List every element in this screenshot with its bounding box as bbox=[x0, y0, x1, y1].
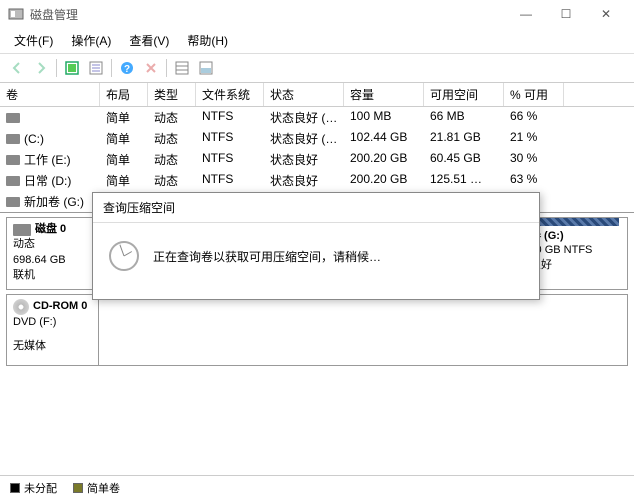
legend-unallocated-label: 未分配 bbox=[24, 480, 57, 496]
col-filesystem[interactable]: 文件系统 bbox=[196, 83, 264, 106]
table-row[interactable]: 日常 (D:)简单动态NTFS状态良好200.20 GB125.51 …63 % bbox=[0, 170, 634, 191]
col-capacity[interactable]: 容量 bbox=[344, 83, 424, 106]
table-row[interactable]: 简单动态NTFS状态良好 (…100 MB66 MB66 % bbox=[0, 107, 634, 128]
menubar: 文件(F) 操作(A) 查看(V) 帮助(H) bbox=[0, 28, 634, 54]
disk-0-info: 磁盘 0 动态 698.64 GB 联机 bbox=[7, 218, 99, 289]
refresh-icon[interactable] bbox=[61, 57, 83, 79]
cdrom-0: CD-ROM 0 DVD (F:) 无媒体 bbox=[6, 294, 628, 366]
volume-icon bbox=[6, 197, 20, 207]
window-title: 磁盘管理 bbox=[30, 6, 78, 23]
dialog-title: 查询压缩空间 bbox=[93, 193, 539, 223]
col-volume[interactable]: 卷 bbox=[0, 83, 100, 106]
legend: 未分配 简单卷 bbox=[0, 475, 634, 500]
table-row[interactable]: (C:)简单动态NTFS状态良好 (…102.44 GB21.81 GB21 % bbox=[0, 128, 634, 149]
view-list-icon[interactable] bbox=[171, 57, 193, 79]
delete-icon[interactable] bbox=[140, 57, 162, 79]
dialog-message: 正在查询卷以获取可用压缩空间，请稍候… bbox=[153, 248, 381, 265]
volume-icon bbox=[6, 176, 20, 186]
volume-icon bbox=[6, 155, 20, 165]
disk-icon bbox=[13, 224, 31, 236]
col-layout[interactable]: 布局 bbox=[100, 83, 148, 106]
close-button[interactable]: ✕ bbox=[586, 0, 626, 28]
clock-icon bbox=[109, 241, 139, 271]
list-header: 卷 布局 类型 文件系统 状态 容量 可用空间 % 可用 bbox=[0, 83, 634, 107]
col-pctfree[interactable]: % 可用 bbox=[504, 83, 564, 106]
query-shrink-dialog: 查询压缩空间 正在查询卷以获取可用压缩空间，请稍候… bbox=[92, 192, 540, 300]
col-freespace[interactable]: 可用空间 bbox=[424, 83, 504, 106]
menu-view[interactable]: 查看(V) bbox=[121, 30, 177, 51]
help-icon[interactable]: ? bbox=[116, 57, 138, 79]
volume-icon bbox=[6, 113, 20, 123]
menu-file[interactable]: 文件(F) bbox=[6, 30, 61, 51]
col-status[interactable]: 状态 bbox=[264, 83, 344, 106]
svg-text:?: ? bbox=[124, 64, 130, 75]
legend-simple-swatch bbox=[73, 483, 83, 493]
cd-icon bbox=[13, 299, 29, 315]
app-icon bbox=[8, 6, 24, 22]
volume-icon bbox=[6, 134, 20, 144]
toolbar: ? bbox=[0, 54, 634, 83]
legend-simple-label: 简单卷 bbox=[87, 480, 120, 496]
legend-unallocated-swatch bbox=[10, 483, 20, 493]
back-button[interactable] bbox=[6, 57, 28, 79]
forward-button[interactable] bbox=[30, 57, 52, 79]
view-graphical-icon[interactable] bbox=[195, 57, 217, 79]
minimize-button[interactable]: — bbox=[506, 0, 546, 28]
maximize-button[interactable]: ☐ bbox=[546, 0, 586, 28]
cdrom-info: CD-ROM 0 DVD (F:) 无媒体 bbox=[7, 295, 99, 365]
table-row[interactable]: 工作 (E:)简单动态NTFS状态良好200.20 GB60.45 GB30 % bbox=[0, 149, 634, 170]
menu-action[interactable]: 操作(A) bbox=[63, 30, 119, 51]
titlebar: 磁盘管理 — ☐ ✕ bbox=[0, 0, 634, 28]
col-type[interactable]: 类型 bbox=[148, 83, 196, 106]
menu-help[interactable]: 帮助(H) bbox=[179, 30, 236, 51]
properties-icon[interactable] bbox=[85, 57, 107, 79]
